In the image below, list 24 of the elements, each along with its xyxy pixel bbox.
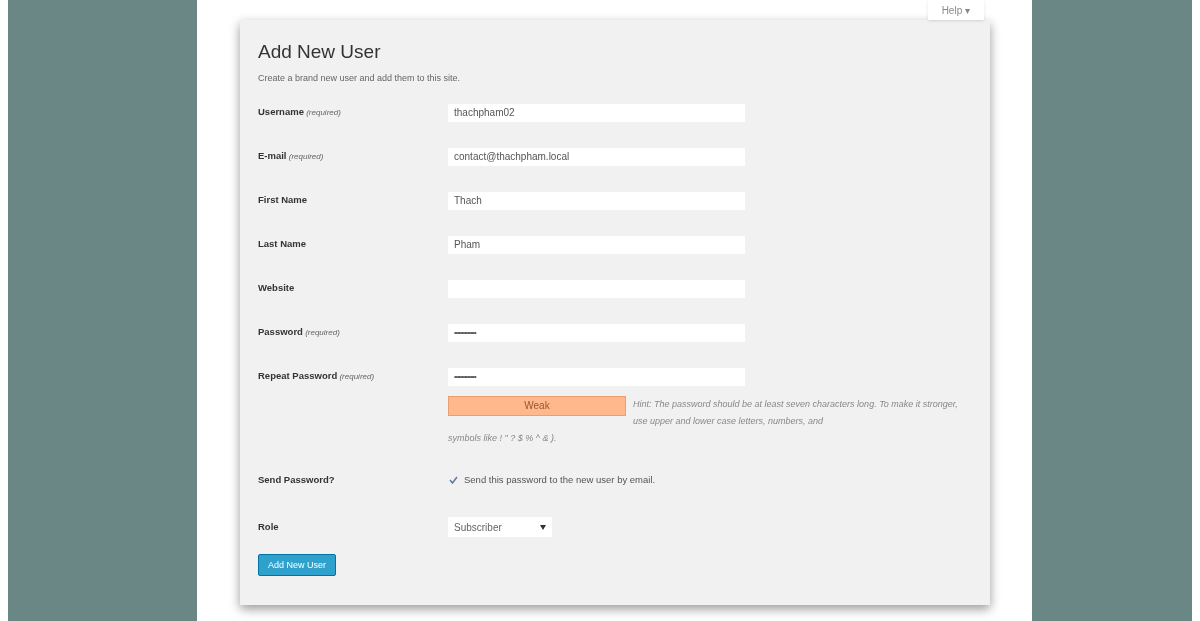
password-hint: Hint: The password should be at least seven characters long. To make it stronger, use upper and lower case letters, numbers, and <box>633 397 959 428</box>
field-label: First Name <box>258 193 309 208</box>
page-description: Create a brand new user and add them to this site. <box>258 72 462 85</box>
input-field[interactable]: contact@thachpham.local <box>448 147 745 166</box>
field-label: Password (required) <box>258 325 341 340</box>
input-field[interactable]: Thach <box>448 191 745 210</box>
strength-meter: Weak <box>448 395 626 416</box>
input-field[interactable]: Pham <box>448 235 745 254</box>
checkbox[interactable] <box>448 474 459 486</box>
checkbox-label: Send this password to the new user by email. <box>464 473 656 487</box>
field-label: Role <box>258 520 280 535</box>
field-label: E-mail (required) <box>258 149 325 164</box>
caret-icon <box>540 524 546 530</box>
page-title: Add New User <box>258 40 382 64</box>
input-field[interactable]: thachpham02 <box>448 103 745 122</box>
field-label: Repeat Password (required) <box>258 369 376 384</box>
field-label: Username (required) <box>258 105 342 120</box>
field-label: Website <box>258 281 296 296</box>
field-label: Send Password? <box>258 473 336 487</box>
check-icon <box>449 476 458 485</box>
field-label: Last Name <box>258 237 308 252</box>
password-hint-continued: symbols like ! " ? $ % ^ & ). <box>448 431 558 445</box>
help-tab[interactable]: Help ▾ <box>927 0 984 20</box>
role-select[interactable]: Subscriber <box>448 517 552 538</box>
